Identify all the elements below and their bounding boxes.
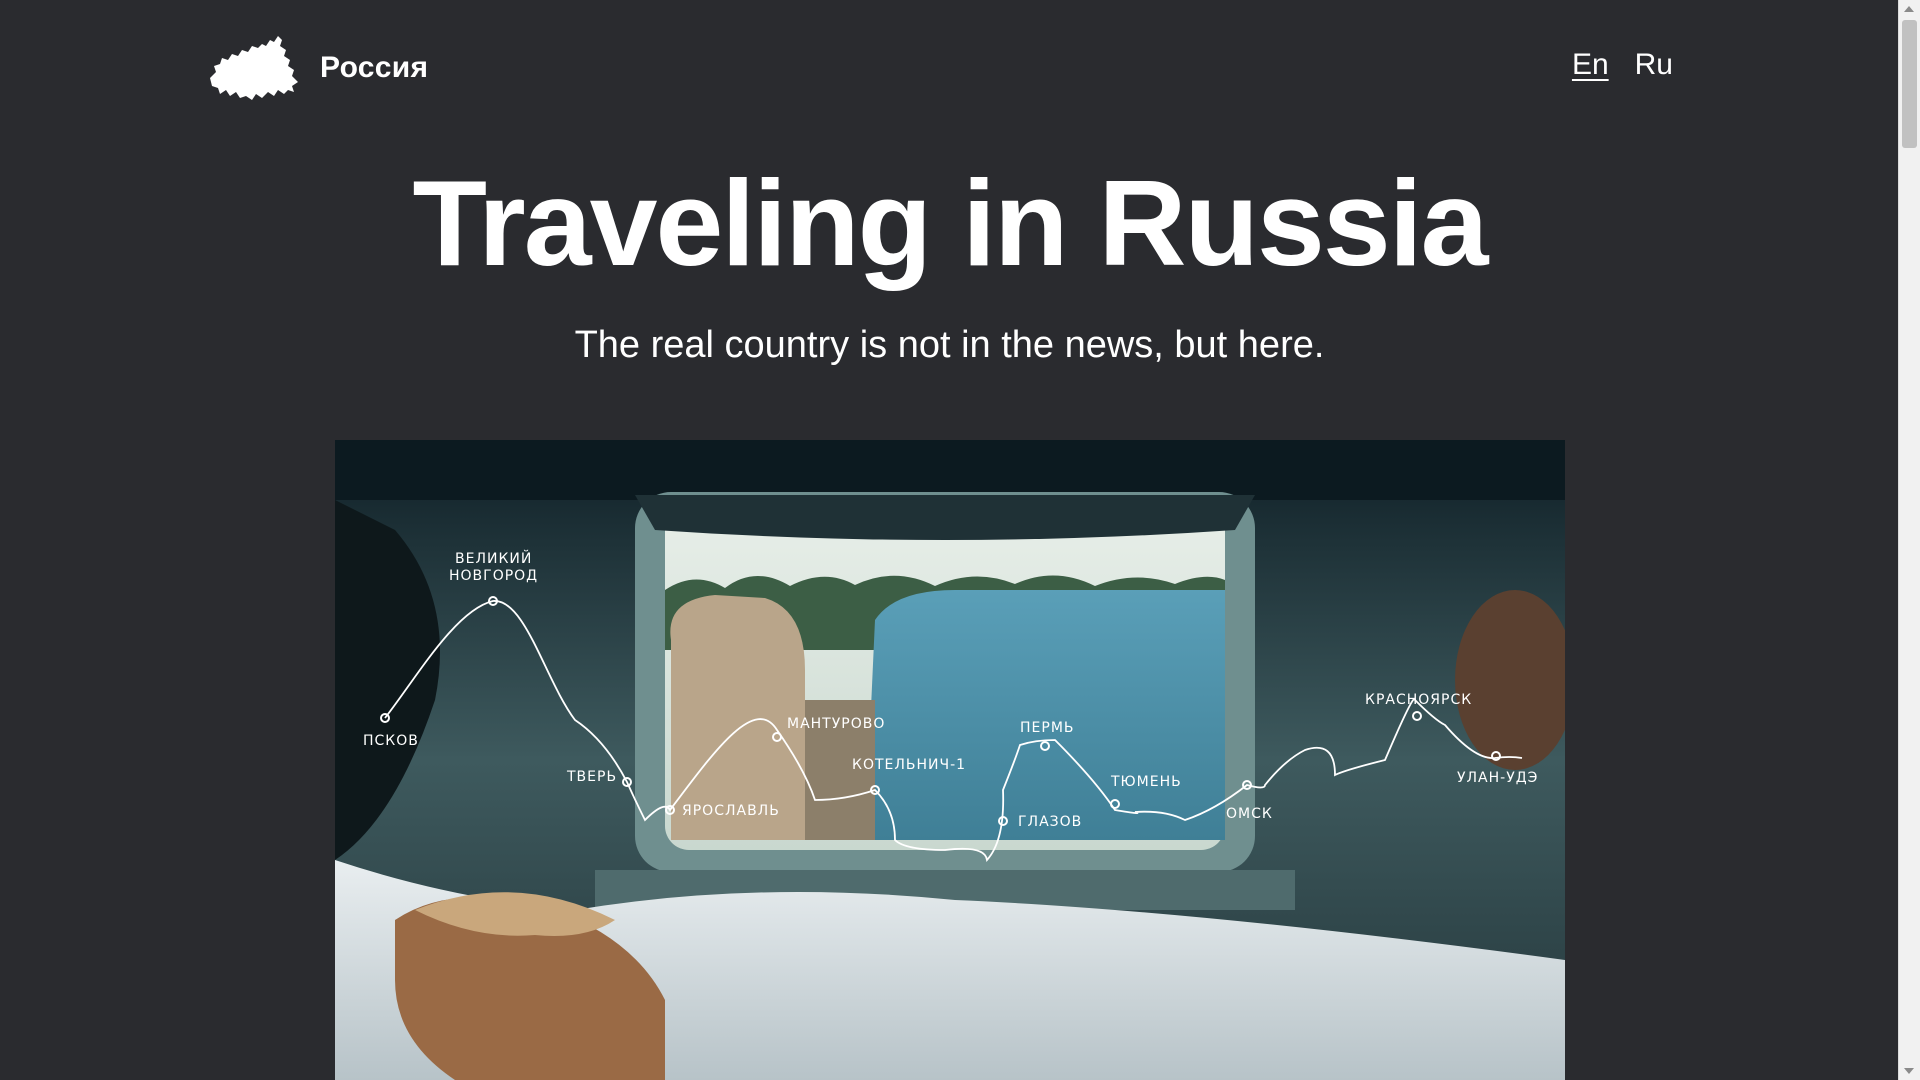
russia-map-icon xyxy=(210,36,298,100)
city-label-kotelnich: КОТЕЛЬНИЧ-1 xyxy=(852,757,966,773)
city-label-omsk: ОМСК xyxy=(1226,806,1273,822)
city-label-yaroslavl: ЯРОСЛАВЛЬ xyxy=(682,803,780,819)
city-label-glazov: ГЛАЗОВ xyxy=(1018,814,1082,830)
lang-ru-link[interactable]: Ru xyxy=(1635,48,1673,82)
city-label-tyumen: ТЮМЕНЬ xyxy=(1110,774,1182,790)
city-label-manturovo: МАНТУРОВО xyxy=(787,716,885,732)
train-window-photo: ПСКОВ ВЕЛИКИЙ НОВГОРОД ТВЕРЬ ЯРОСЛАВЛЬ М… xyxy=(335,440,1565,1080)
hero-image: ПСКОВ ВЕЛИКИЙ НОВГОРОД ТВЕРЬ ЯРОСЛАВЛЬ М… xyxy=(335,440,1565,1080)
page-subtitle: The real country is not in the news, but… xyxy=(574,324,1325,366)
city-label-krasnoyarsk: КРАСНОЯРСК xyxy=(1365,692,1472,708)
page-title: Traveling in Russia xyxy=(412,155,1489,291)
logo-text: Россия xyxy=(320,51,429,84)
scroll-up-arrow-icon[interactable] xyxy=(1904,6,1914,12)
lang-en-link[interactable]: En xyxy=(1572,48,1609,82)
page: Россия En Ru Traveling in Russia The rea… xyxy=(0,0,1899,1080)
city-label-tver: ТВЕРЬ xyxy=(566,769,617,785)
city-label-velikiy-novgorod-2: НОВГОРОД xyxy=(449,568,538,584)
city-label-pskov: ПСКОВ xyxy=(363,733,419,749)
language-switcher: En Ru xyxy=(1572,48,1673,82)
city-label-perm: ПЕРМЬ xyxy=(1020,720,1075,736)
site-logo[interactable]: Россия xyxy=(208,34,428,102)
city-label-velikiy-novgorod: ВЕЛИКИЙ xyxy=(455,549,532,567)
scroll-down-arrow-icon[interactable] xyxy=(1904,1068,1914,1074)
page-scrollbar[interactable] xyxy=(1898,0,1920,1080)
site-header: Россия En Ru xyxy=(208,34,1691,104)
city-label-ulan-ude: УЛАН-УДЭ xyxy=(1457,770,1538,786)
scroll-thumb[interactable] xyxy=(1902,20,1917,148)
